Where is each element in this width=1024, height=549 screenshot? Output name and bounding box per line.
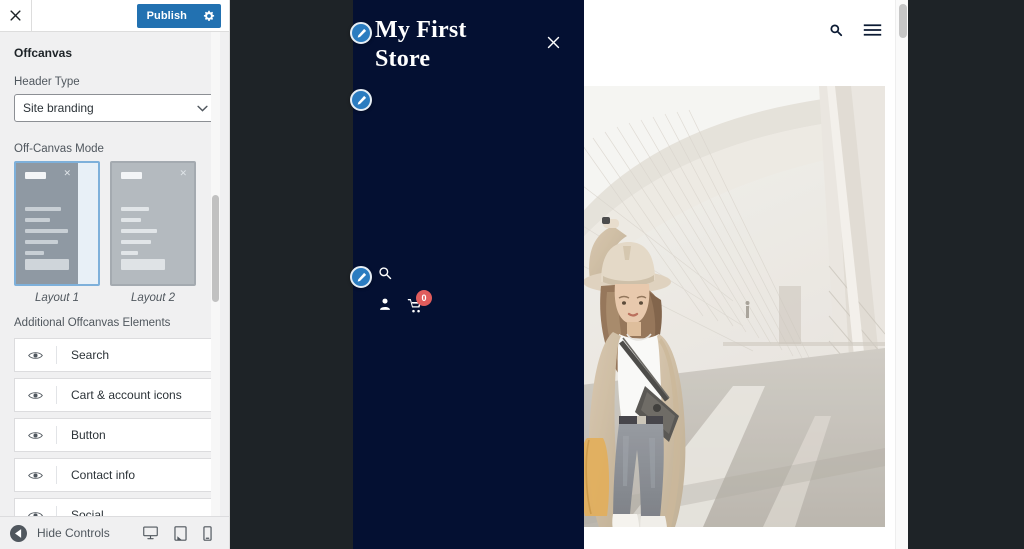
search-icon[interactable]: [829, 23, 843, 37]
desktop-icon[interactable]: [143, 526, 158, 541]
header-type-value: Site branding: [23, 101, 94, 115]
thumb-logo: [121, 172, 142, 179]
edit-pencil-icon-header-icons[interactable]: [350, 266, 372, 288]
hamburger-menu-icon[interactable]: [863, 23, 882, 37]
device-preview-buttons: [143, 525, 220, 541]
offcanvas-mode-options: ✕ Layout 1 ✕ Layout 2: [14, 161, 216, 304]
thumb-close-icon: ✕: [179, 168, 187, 178]
preview-scrollbar-thumb[interactable]: [899, 4, 907, 38]
thumb-lines: [121, 207, 157, 255]
header-type-select[interactable]: Site branding: [14, 94, 216, 122]
panel-title: Offcanvas: [14, 46, 73, 60]
preview-scrollbar[interactable]: [895, 0, 908, 549]
shopping-cart-icon[interactable]: 0: [407, 290, 432, 313]
customizer-controls: Offcanvas Header Type Site branding Off-…: [0, 32, 229, 516]
element-row-cart-account-icons[interactable]: Cart & account icons: [14, 378, 216, 412]
offcanvas-mode-label: Off-Canvas Mode: [14, 143, 104, 155]
element-row-contact-info[interactable]: Contact info: [14, 458, 216, 492]
customizer-sidebar: Publish Offcanvas Header Type Site brand…: [0, 0, 230, 549]
tablet-icon[interactable]: [174, 525, 187, 541]
thumb-close-icon: ✕: [63, 168, 71, 178]
element-row-social[interactable]: Social: [14, 498, 216, 516]
header-type-label: Header Type: [14, 76, 80, 88]
publish-button[interactable]: Publish: [137, 4, 197, 28]
thumb-lines: [25, 207, 68, 255]
layout-2-thumbnail[interactable]: ✕: [110, 161, 196, 286]
customizer-footer: Hide Controls: [0, 516, 229, 549]
offcanvas-brand-title: My First Store: [375, 17, 467, 73]
sidebar-scrollbar[interactable]: [211, 32, 220, 516]
site-header: [584, 0, 908, 60]
thumb-button: [25, 259, 69, 270]
mobile-icon[interactable]: [203, 525, 212, 541]
element-label: Button: [71, 428, 106, 442]
offcanvas-mode-layout-2[interactable]: ✕ Layout 2: [110, 161, 196, 304]
layout-2-caption: Layout 2: [130, 292, 176, 304]
edit-pencil-icon-brand[interactable]: [350, 22, 372, 44]
layout-1-thumbnail[interactable]: ✕: [14, 161, 100, 286]
user-account-icon[interactable]: [378, 297, 392, 311]
eye-icon[interactable]: [15, 506, 57, 516]
element-label: Contact info: [71, 468, 136, 482]
thumb-logo: [25, 172, 46, 179]
collapse-left-icon[interactable]: [10, 524, 27, 542]
edit-pencil-icon-navigation[interactable]: [350, 89, 372, 111]
offcanvas-panel: My First Store 0: [353, 0, 584, 549]
gear-icon[interactable]: [197, 4, 221, 28]
offcanvas-search-icon[interactable]: [378, 266, 392, 280]
element-label: Cart & account icons: [71, 388, 182, 402]
cart-count-badge: 0: [416, 290, 432, 306]
additional-elements-label: Additional Offcanvas Elements: [14, 317, 171, 329]
element-label: Social: [71, 508, 104, 516]
close-customizer-icon[interactable]: [0, 0, 32, 32]
offcanvas-icon-row: 0: [378, 290, 432, 313]
element-row-search[interactable]: Search: [14, 338, 216, 372]
element-label: Search: [71, 348, 110, 362]
eye-icon[interactable]: [15, 346, 57, 364]
eye-icon[interactable]: [15, 386, 57, 404]
publish-button-group: Publish: [136, 4, 221, 28]
eye-icon[interactable]: [15, 466, 57, 484]
thumb-button: [121, 259, 165, 270]
hero-image: [583, 86, 885, 527]
eye-icon[interactable]: [15, 426, 57, 444]
hide-controls-label: Hide Controls: [37, 526, 110, 540]
customizer-screen: My First Store 0 Publish Offcanvas Heade…: [0, 0, 1024, 549]
layout-1-caption: Layout 1: [34, 292, 80, 304]
element-row-button[interactable]: Button: [14, 418, 216, 452]
customizer-header: Publish: [0, 0, 229, 32]
additional-elements-list: Search Cart & account icons Button Conta…: [14, 338, 216, 516]
offcanvas-close-icon[interactable]: [544, 33, 562, 51]
sidebar-scrollbar-thumb[interactable]: [212, 195, 219, 302]
chevron-down-icon: [197, 101, 208, 115]
offcanvas-mode-layout-1[interactable]: ✕ Layout 1: [14, 161, 100, 304]
